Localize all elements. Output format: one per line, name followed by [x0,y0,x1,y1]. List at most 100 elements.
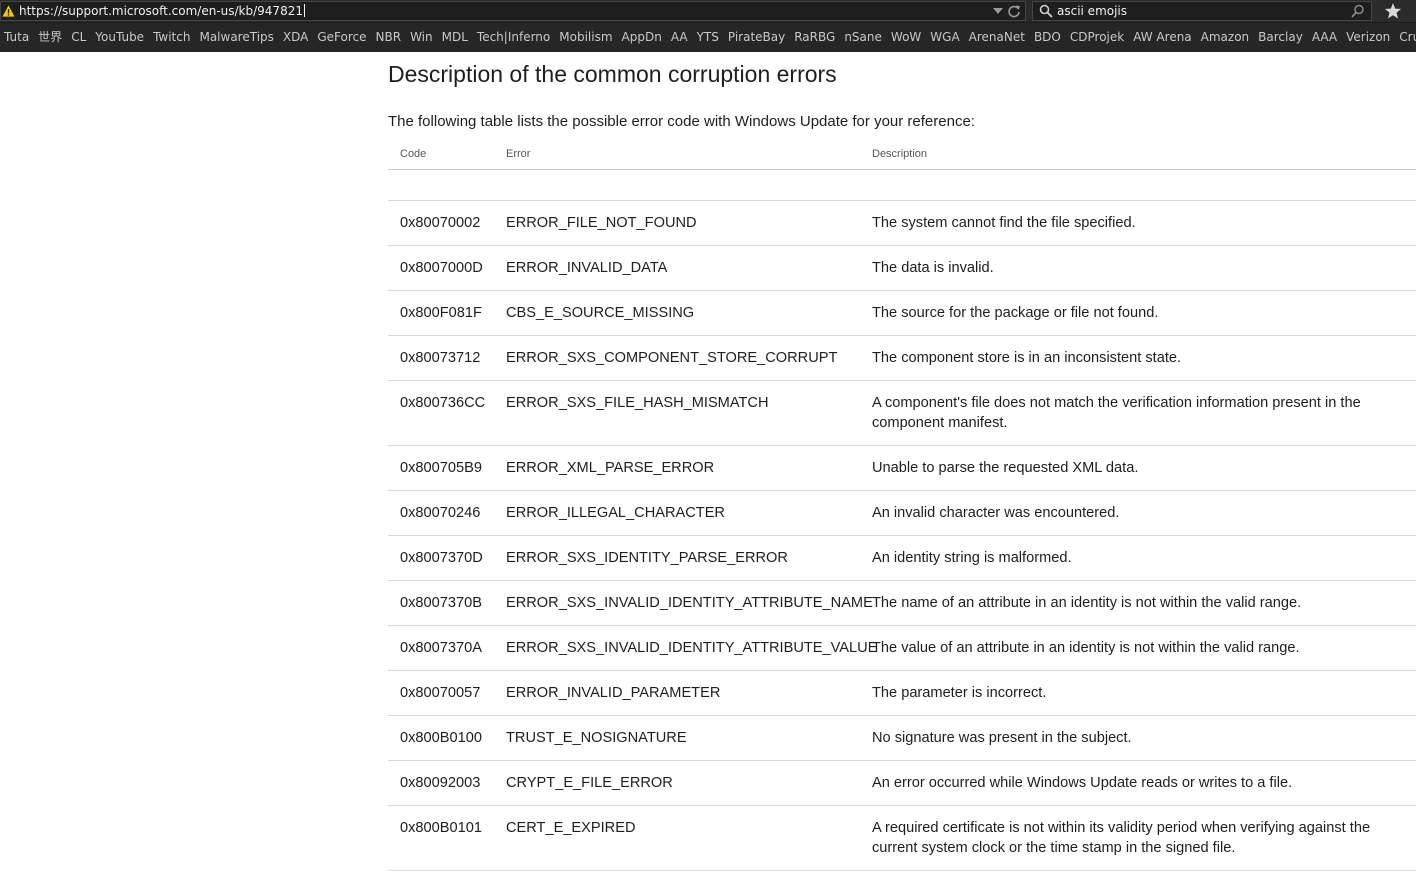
error-description-cell: The component store is in an inconsisten… [860,335,1416,381]
table-row: 0x800736CC ERROR_SXS_FILE_HASH_MISMATCH A … [388,380,1416,446]
search-bar[interactable]: ascii emojis [1032,1,1372,21]
error-description-cell: The name of an attribute in an identity … [860,580,1416,626]
error-name-cell: ERROR_FILE_NOT_FOUND [494,200,860,246]
bookmark-item[interactable]: MalwareTips [199,23,273,52]
bookmark-item[interactable]: Twitch [153,23,190,52]
bookmark-item[interactable]: PirateBay [728,23,785,52]
address-bar[interactable]: https://support.microsoft.com/en-us/kb/9… [0,1,1026,21]
error-code-cell: 0x80070246 [388,490,494,536]
error-description-cell: The data is invalid. [860,245,1416,291]
table-row: 0x8007370B ERROR_SXS_INVALID_IDENTITY_ATT… [388,580,1416,626]
error-description-cell: The source for the package or file not f… [860,290,1416,336]
bookmark-item[interactable]: nSane [844,23,882,52]
bookmark-item[interactable]: WoW [891,23,921,52]
header-spacer [388,169,1416,201]
table-row: 0x80073712 ERROR_SXS_COMPONENT_STORE_CORR… [388,335,1416,381]
bookmarks-list: Tuta 世界 CL YouTube Twitch MalwareTips XDA GeFor… [4,23,1416,52]
table-row: 0x80070057 ERROR_INVALID_PARAMETER The par… [388,670,1416,716]
error-code-cell: 0x80092003 [388,760,494,806]
error-name-cell: ERROR_SXS_FILE_HASH_MISMATCH [494,380,860,446]
warning-icon[interactable] [2,4,15,18]
error-description-cell: The system cannot find the file specifie… [860,200,1416,246]
error-name-cell: ERROR_SXS_INVALID_IDENTITY_ATTRIBUTE_VAL… [494,625,877,671]
browser-toolbar: https://support.microsoft.com/en-us/kb/9… [0,0,1416,23]
star-icon[interactable] [1384,2,1402,20]
error-code-cell: 0x8007370D [388,535,494,581]
chevron-down-icon[interactable] [991,5,1005,17]
column-header-error: Error [494,138,860,170]
text-caret [303,4,305,17]
magnifier-icon[interactable] [1351,4,1365,18]
table-row: 0x80092003 CRYPT_E_FILE_ERROR An error occ… [388,760,1416,806]
error-name-cell: TRUST_E_NOSIGNATURE [494,715,860,761]
error-code-table: Code Error Description 0x80070002 ERROR_F… [388,138,1416,871]
page-title: Description of the common corruption err… [388,61,837,87]
bookmark-item[interactable]: Mobilism [559,23,612,52]
table-row: 0x800705B9 ERROR_XML_PARSE_ERROR Unable to… [388,445,1416,491]
table-row: 0x800B0100 TRUST_E_NOSIGNATURE No signatur… [388,715,1416,761]
bookmark-item[interactable]: Win [410,23,433,52]
table-row: 0x8007370D ERROR_SXS_IDENTITY_PARSE_ERROR… [388,535,1416,581]
error-description-cell: An identity string is malformed. [860,535,1416,581]
bookmark-item[interactable]: CDProjek [1070,23,1124,52]
error-name-cell: ERROR_SXS_COMPONENT_STORE_CORRUPT [494,335,860,381]
table-body: 0x80070002 ERROR_FILE_NOT_FOUND The system… [388,169,1416,871]
error-code-cell: 0x800705B9 [388,445,494,491]
bookmark-item[interactable]: Barclay [1258,23,1303,52]
error-code-cell: 0x800736CC [388,380,494,446]
table-row: 0x800F081F CBS_E_SOURCE_MISSING The source… [388,290,1416,336]
bookmark-item[interactable]: RaRBG [794,23,835,52]
error-name-cell: CERT_E_EXPIRED [494,805,860,871]
bookmark-item[interactable]: Crunchyroll [1399,23,1416,52]
error-description-cell: A component's file does not match the ve… [860,380,1416,446]
bookmark-item[interactable]: XDA [283,23,308,52]
error-code-cell: 0x80070002 [388,200,494,246]
bookmark-item[interactable]: AA [671,23,688,52]
error-code-cell: 0x800F081F [388,290,494,336]
error-name-cell: ERROR_SXS_INVALID_IDENTITY_ATTRIBUTE_NAM… [494,580,873,626]
error-description-cell: A required certificate is not within its… [860,805,1416,871]
search-input[interactable]: ascii emojis [1057,4,1127,19]
error-code-cell: 0x80073712 [388,335,494,381]
bookmark-item[interactable]: CL [71,23,86,52]
error-code-cell: 0x8007370B [388,580,494,626]
bookmark-item[interactable]: YTS [697,23,719,52]
error-name-cell: CBS_E_SOURCE_MISSING [494,290,860,336]
intro-text: The following table lists the possible e… [388,113,975,130]
column-header-description: Description [860,138,1416,170]
search-icon [1039,4,1053,18]
bookmark-item[interactable]: WGA [930,23,959,52]
error-description-cell: The value of an attribute in an identity… [860,625,1416,671]
bookmark-item[interactable]: NBR [376,23,402,52]
bookmark-item[interactable]: YouTube [95,23,144,52]
bookmark-item[interactable]: AAA [1312,23,1337,52]
error-code-cell: 0x8007370A [388,625,494,671]
bookmark-item[interactable]: MDL [442,23,468,52]
bookmark-item[interactable]: 世界 [38,23,62,52]
error-name-cell: ERROR_INVALID_DATA [494,245,860,291]
table-row: 0x8007000D ERROR_INVALID_DATA The data is … [388,245,1416,291]
error-code-cell: 0x800B0100 [388,715,494,761]
table-row: 0x800B0101 CERT_E_EXPIRED A required certi… [388,805,1416,871]
bookmark-item[interactable]: ArenaNet [969,23,1025,52]
error-code-cell: 0x80070057 [388,670,494,716]
error-name-cell: ERROR_SXS_IDENTITY_PARSE_ERROR [494,535,860,581]
bookmark-item[interactable]: Verizon [1346,23,1390,52]
reload-icon[interactable] [1007,4,1021,18]
bookmark-item[interactable]: Tech|Inferno [477,23,550,52]
table-header-row: Code Error Description [388,138,1416,170]
table-row: 0x8007370A ERROR_SXS_INVALID_IDENTITY_ATT… [388,625,1416,671]
error-description-cell: No signature was present in the subject. [860,715,1416,761]
address-input[interactable]: https://support.microsoft.com/en-us/kb/9… [19,4,305,19]
error-description-cell: An invalid character was encountered. [860,490,1416,536]
bookmark-item[interactable]: AW Arena [1133,23,1191,52]
error-name-cell: ERROR_ILLEGAL_CHARACTER [494,490,860,536]
bookmark-item[interactable]: Amazon [1201,23,1250,52]
error-code-cell: 0x800B0101 [388,805,494,871]
bookmark-item[interactable]: Tuta [4,23,29,52]
table-row: 0x80070246 ERROR_ILLEGAL_CHARACTER An inva… [388,490,1416,536]
error-description-cell: The parameter is incorrect. [860,670,1416,716]
bookmark-item[interactable]: GeForce [317,23,366,52]
bookmark-item[interactable]: AppDn [622,23,662,52]
bookmark-item[interactable]: BDO [1034,23,1061,52]
